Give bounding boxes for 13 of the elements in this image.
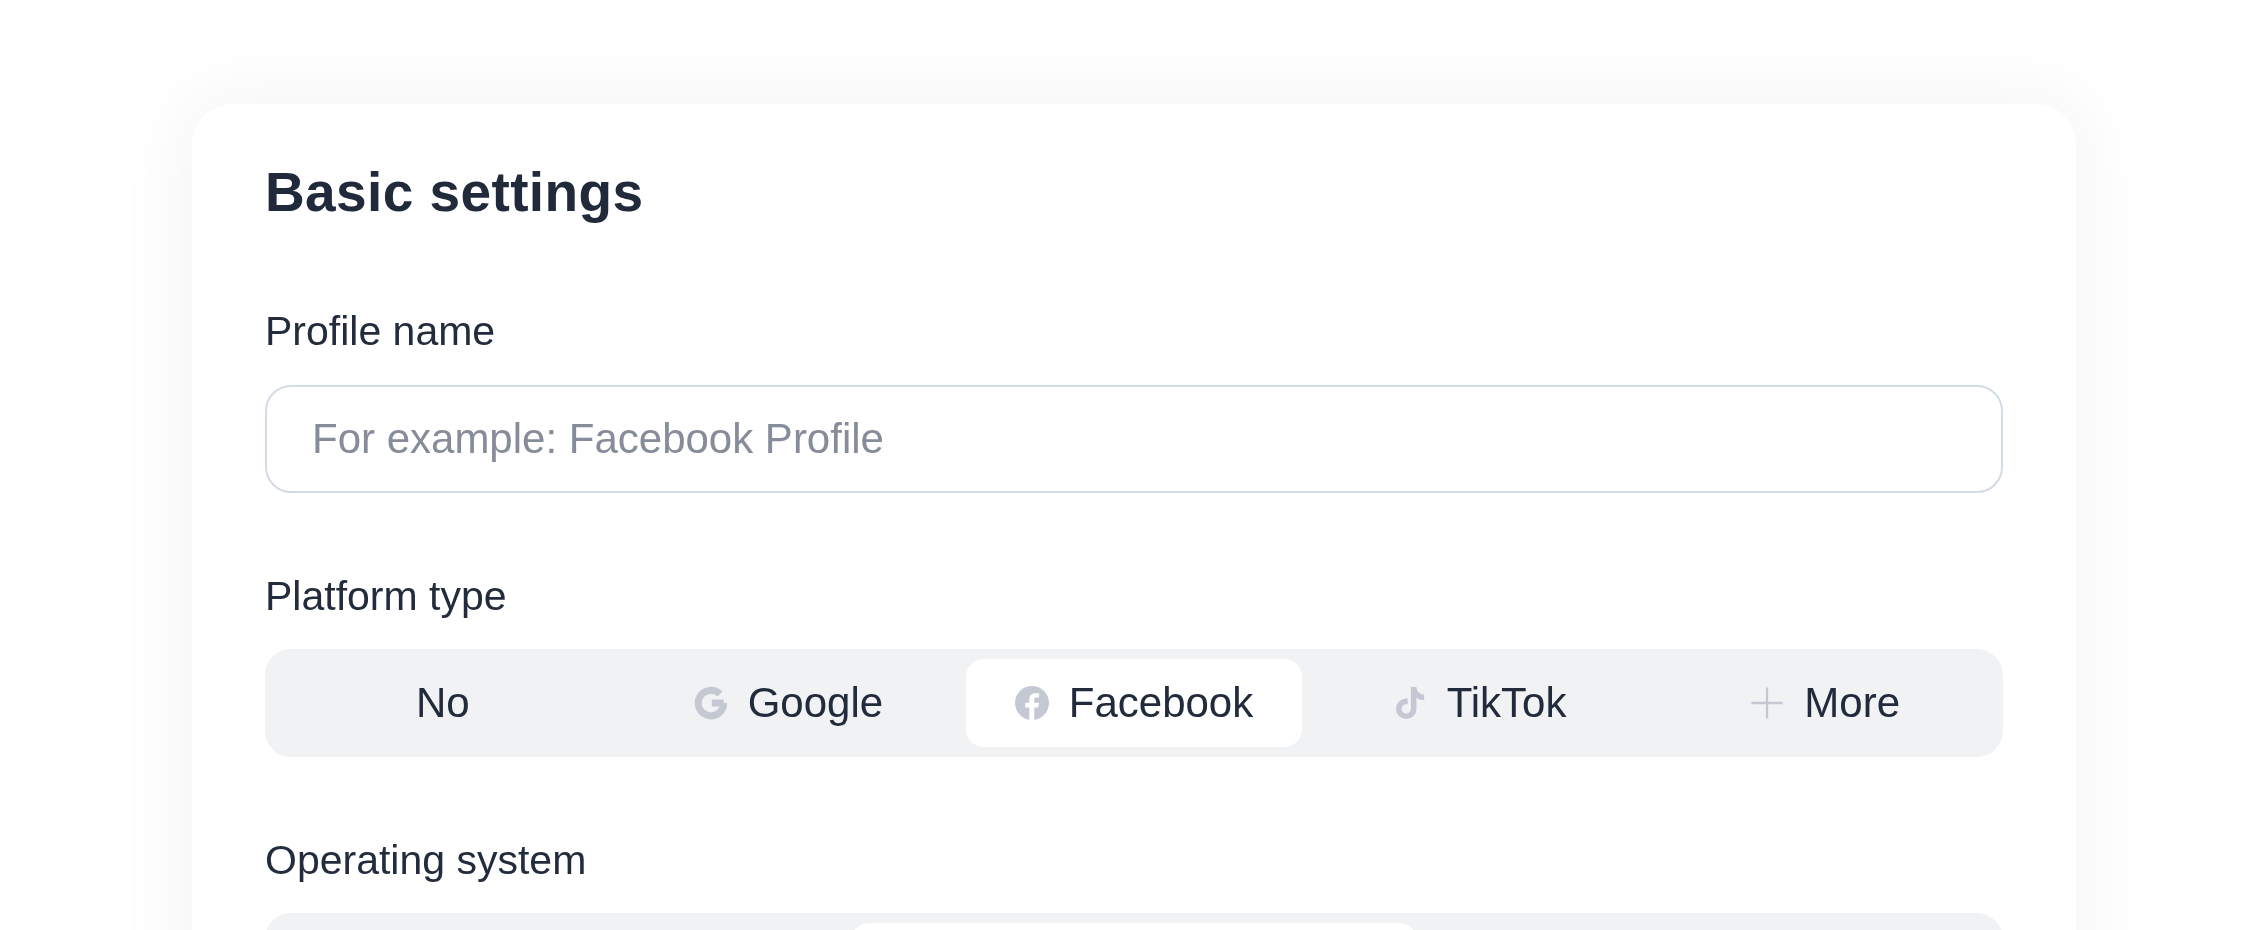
google-icon [693,686,728,720]
section-title: Basic settings [265,160,644,224]
field-label: Operating system [265,836,587,885]
field-label: Profile name [265,307,496,356]
platform-option[interactable]: More [1657,659,1993,747]
platform-option[interactable]: No [275,659,611,747]
plus-icon [1750,686,1785,720]
field-label: Platform type [265,572,507,621]
profile-name-input[interactable]: For example: Facebook Profile [265,385,2003,493]
facebook-icon [1014,686,1049,720]
platform-option[interactable]: Google [620,659,957,747]
platform-option[interactable]: TikTok [1311,659,1648,747]
platform-option[interactable]: Facebook [966,659,1302,747]
